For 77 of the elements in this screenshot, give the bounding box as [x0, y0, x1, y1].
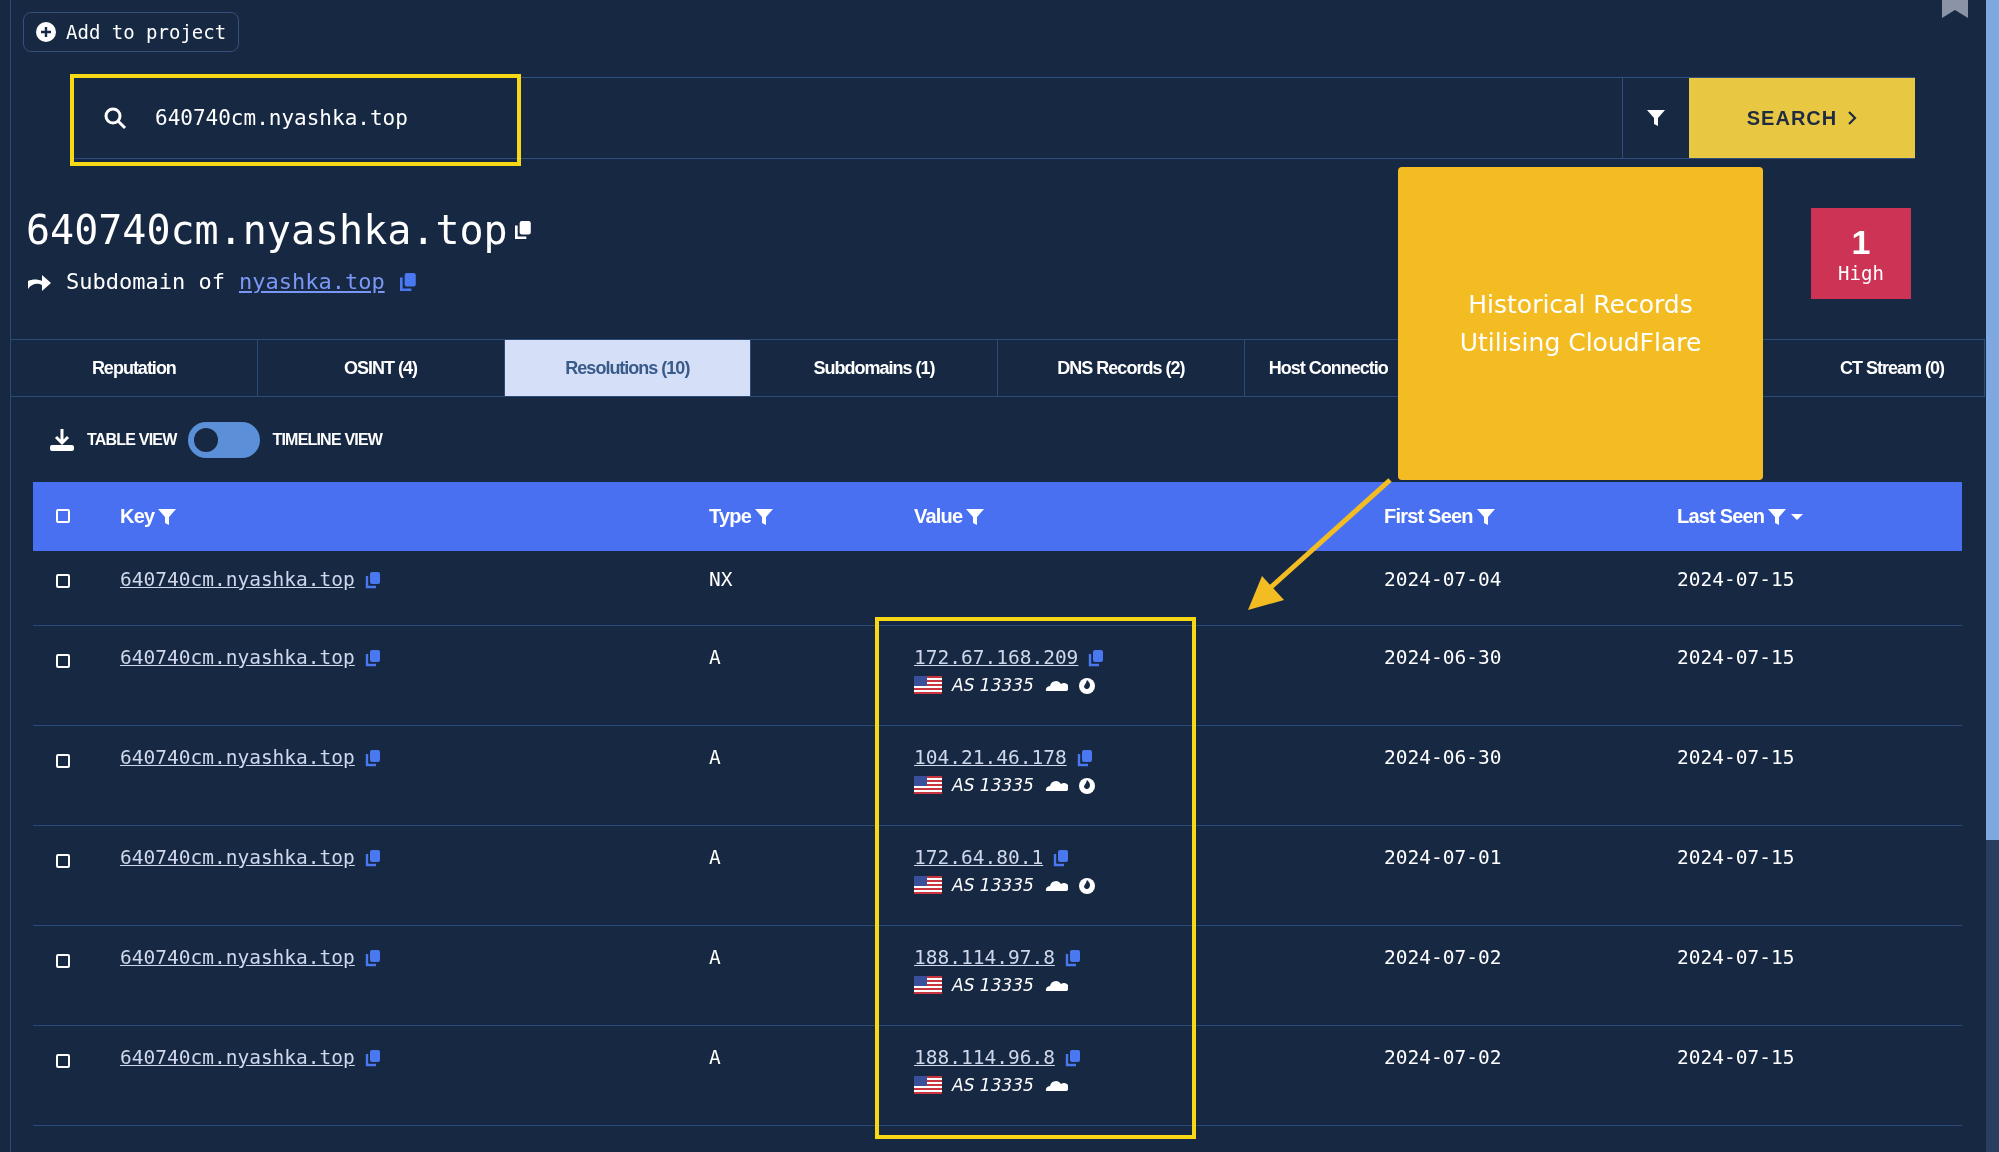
checkbox[interactable]: [56, 854, 70, 868]
scrollbar[interactable]: [1986, 0, 1999, 1152]
column-header[interactable]: Last Seen: [1677, 505, 1765, 528]
chevron-icon: [1847, 110, 1858, 126]
last-seen-cell-text: 2024-07-15: [1677, 1046, 1796, 1069]
first-seen-cell-text: 2024-07-01: [1384, 846, 1503, 869]
timeline-view-label: TIMELINE VIEW: [272, 430, 383, 449]
ip-link[interactable]: 172.67.168.209: [914, 646, 1079, 669]
caret-icon[interactable]: [1790, 512, 1805, 521]
parent-domain-link[interactable]: nyashka.top: [238, 269, 385, 294]
last-seen-cell-text: 2024-07-15: [1677, 568, 1796, 591]
risk-count: 1: [1851, 223, 1871, 262]
last-seen-cell-text: 2024-07-15: [1677, 846, 1796, 869]
tab[interactable]: DNS Records (2): [998, 340, 1245, 396]
last-seen-cell-text: 2024-07-15: [1677, 946, 1796, 969]
ip-link[interactable]: 188.114.96.8: [914, 1046, 1055, 1069]
key-link[interactable]: 640740cm.nyashka.top: [120, 646, 355, 669]
asn-text: AS 13335: [952, 1075, 1034, 1095]
asn-text: AS 13335: [952, 675, 1034, 695]
first-seen-cell-text: 2024-06-30: [1384, 746, 1503, 769]
last-seen-cell-text: 2024-07-15: [1677, 746, 1796, 769]
type-cell-text: A: [709, 646, 722, 669]
asn-text: AS 13335: [952, 975, 1034, 995]
flag-icon: [914, 1076, 942, 1094]
tab[interactable]: Subdomains (1): [751, 340, 998, 396]
key-link[interactable]: 640740cm.nyashka.top: [120, 846, 355, 869]
filter-icon[interactable]: [1646, 108, 1666, 128]
checkbox[interactable]: [56, 509, 70, 523]
flag-icon: [914, 676, 942, 694]
risk-level: High: [1838, 262, 1884, 284]
view-toggle[interactable]: [188, 421, 261, 458]
search-icon: [103, 106, 127, 130]
key-link[interactable]: 640740cm.nyashka.top: [120, 746, 355, 769]
checkbox[interactable]: [56, 754, 70, 768]
checkbox[interactable]: [56, 954, 70, 968]
type-cell-text: A: [709, 846, 722, 869]
first-seen-cell-text: 2024-06-30: [1384, 646, 1503, 669]
download-icon[interactable]: [49, 427, 75, 452]
first-seen-cell-text: 2024-07-02: [1384, 946, 1503, 969]
first-seen-cell-text: 2024-07-04: [1384, 568, 1503, 591]
flag-icon: [914, 976, 942, 994]
flag-icon: [914, 876, 942, 894]
bookmark-icon[interactable]: [1940, 0, 1970, 18]
key-link[interactable]: 640740cm.nyashka.top: [120, 568, 355, 591]
checkbox[interactable]: [56, 1054, 70, 1068]
tab[interactable]: Reputation: [11, 340, 258, 396]
tab[interactable]: OSINT (4): [257, 340, 505, 396]
search-field[interactable]: 640740cm.nyashka.top: [71, 78, 1622, 158]
ip-link[interactable]: 104.21.46.178: [914, 746, 1067, 769]
type-cell-text: NX: [709, 568, 734, 591]
annotation-tooltip: Historical Records Utilising CloudFlare: [1398, 167, 1763, 480]
ip-link[interactable]: 188.114.97.8: [914, 946, 1055, 969]
flag-icon: [914, 776, 942, 794]
type-cell-text: A: [709, 746, 722, 769]
domain-title: 640740cm.nyashka.top: [26, 207, 508, 253]
asn-text: AS 13335: [952, 875, 1034, 895]
checkbox[interactable]: [56, 654, 70, 668]
table-view-label: TABLE VIEW: [87, 430, 177, 449]
column-header[interactable]: First Seen: [1384, 505, 1473, 528]
subdomain-label: Subdomain of: [66, 269, 225, 294]
copy-icon[interactable]: [513, 220, 532, 240]
key-link[interactable]: 640740cm.nyashka.top: [120, 1046, 355, 1069]
checkbox[interactable]: [56, 574, 70, 588]
key-link[interactable]: 640740cm.nyashka.top: [120, 946, 355, 969]
column-header[interactable]: Key: [120, 505, 155, 528]
add-to-project-button[interactable]: Add to project: [23, 12, 240, 52]
ip-link[interactable]: 172.64.80.1: [914, 846, 1044, 869]
plus-icon: [36, 22, 56, 42]
tab[interactable]: Resolutions (10): [504, 340, 752, 396]
first-seen-cell-text: 2024-07-02: [1384, 1046, 1503, 1069]
type-cell-text: A: [709, 946, 722, 969]
type-cell-text: A: [709, 1046, 722, 1069]
search-button[interactable]: SEARCH: [1689, 78, 1915, 158]
asn-text: AS 13335: [952, 775, 1034, 795]
last-seen-cell-text: 2024-07-15: [1677, 646, 1796, 669]
column-header[interactable]: Type: [709, 505, 751, 528]
column-header[interactable]: Value: [914, 505, 963, 528]
